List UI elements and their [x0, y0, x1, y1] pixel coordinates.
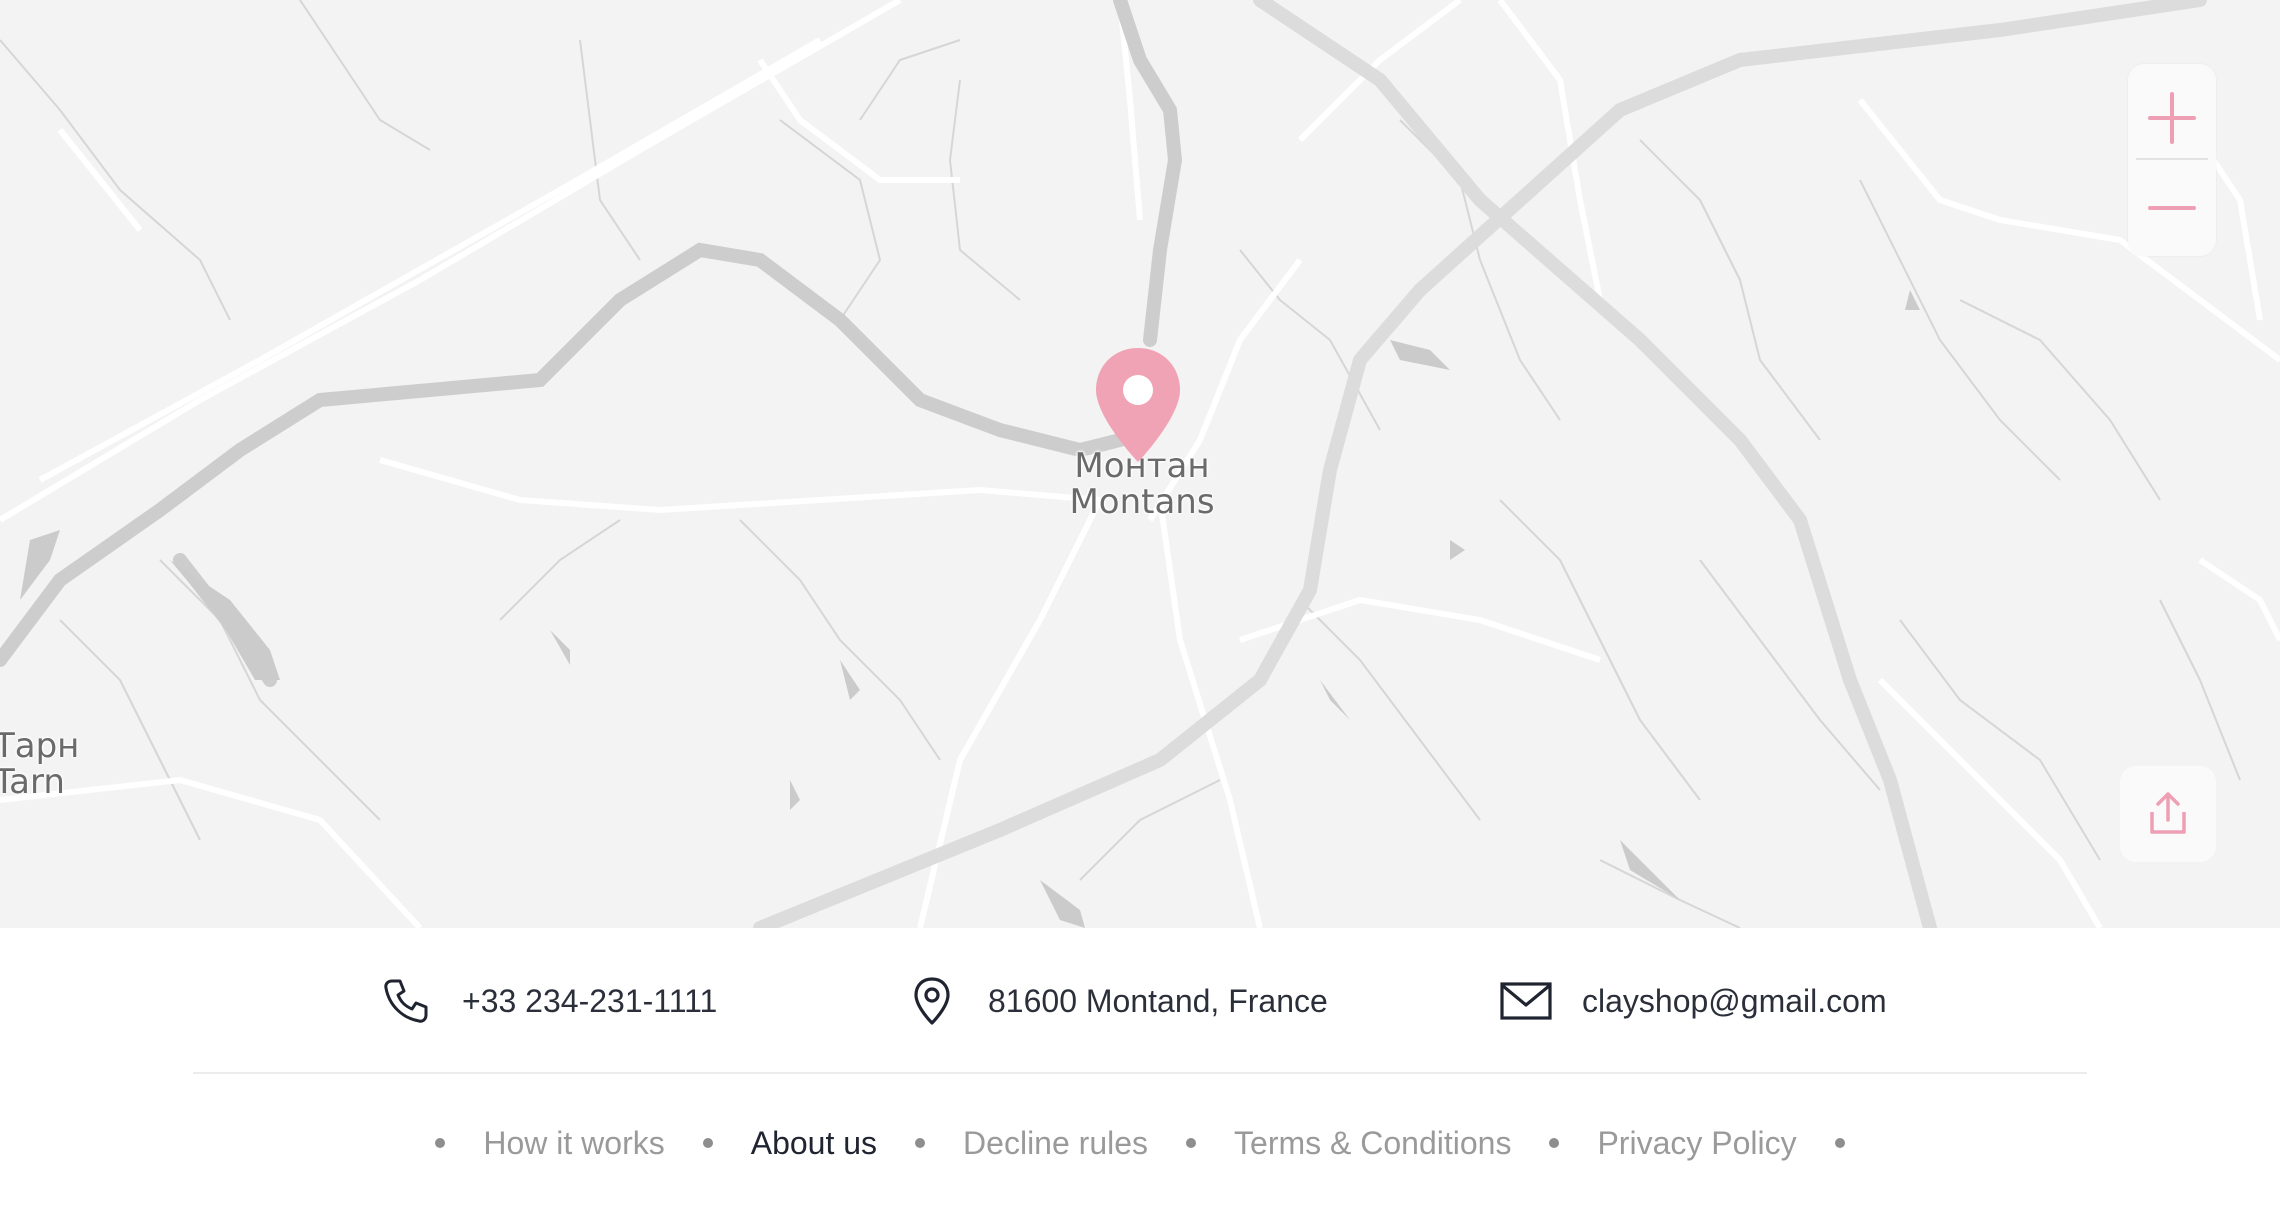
nav-bullet	[702, 1138, 713, 1148]
zoom-in-button[interactable]	[2128, 64, 2216, 160]
share-button[interactable]	[2120, 766, 2216, 862]
contact-phone[interactable]: +33 234-231-1111	[380, 974, 717, 1028]
contact-info: +33 234-231-1111 81600 Montand, France c…	[0, 928, 2280, 1074]
map-place-label-tarn: Тарн Tarn	[0, 728, 79, 800]
contact-email-text: clayshop@gmail.com	[1582, 982, 1887, 1019]
location-pin-icon	[906, 975, 958, 1027]
nav-bullet	[1549, 1138, 1560, 1148]
phone-icon	[380, 975, 432, 1027]
contact-address[interactable]: 81600 Montand, France	[906, 974, 1328, 1028]
nav-link-decline-rules[interactable]: Decline rules	[925, 1125, 1186, 1162]
contact-phone-text: +33 234-231-1111	[462, 982, 718, 1019]
nav-bullet	[915, 1138, 926, 1148]
nav-bullet	[435, 1138, 446, 1148]
footer-nav: How it works About us Decline rules Term…	[0, 1118, 2280, 1168]
nav-link-how-it-works[interactable]: How it works	[445, 1125, 702, 1162]
map-view[interactable]: Монтан Montans Тарн Tarn	[0, 0, 2280, 928]
nav-link-about-us[interactable]: About us	[713, 1125, 915, 1162]
share-icon	[2150, 792, 2186, 834]
nav-bullet	[1186, 1138, 1197, 1148]
zoom-out-button[interactable]	[2128, 160, 2216, 256]
nav-link-privacy[interactable]: Privacy Policy	[1559, 1125, 1834, 1162]
map-place-name-en: Montans	[1069, 482, 1215, 522]
zoom-controls	[2128, 64, 2216, 256]
map-place-name-tarn-en: Tarn	[0, 762, 65, 802]
nav-bullet	[1834, 1138, 1845, 1148]
map-place-name-tarn-ru: Тарн	[0, 726, 80, 766]
footer-divider	[193, 1072, 2087, 1074]
mail-icon	[1500, 975, 1552, 1027]
nav-link-terms[interactable]: Terms & Conditions	[1196, 1125, 1549, 1162]
map-marker-icon[interactable]	[1094, 346, 1182, 464]
contact-email[interactable]: clayshop@gmail.com	[1500, 974, 1887, 1028]
contact-address-text: 81600 Montand, France	[988, 982, 1328, 1019]
